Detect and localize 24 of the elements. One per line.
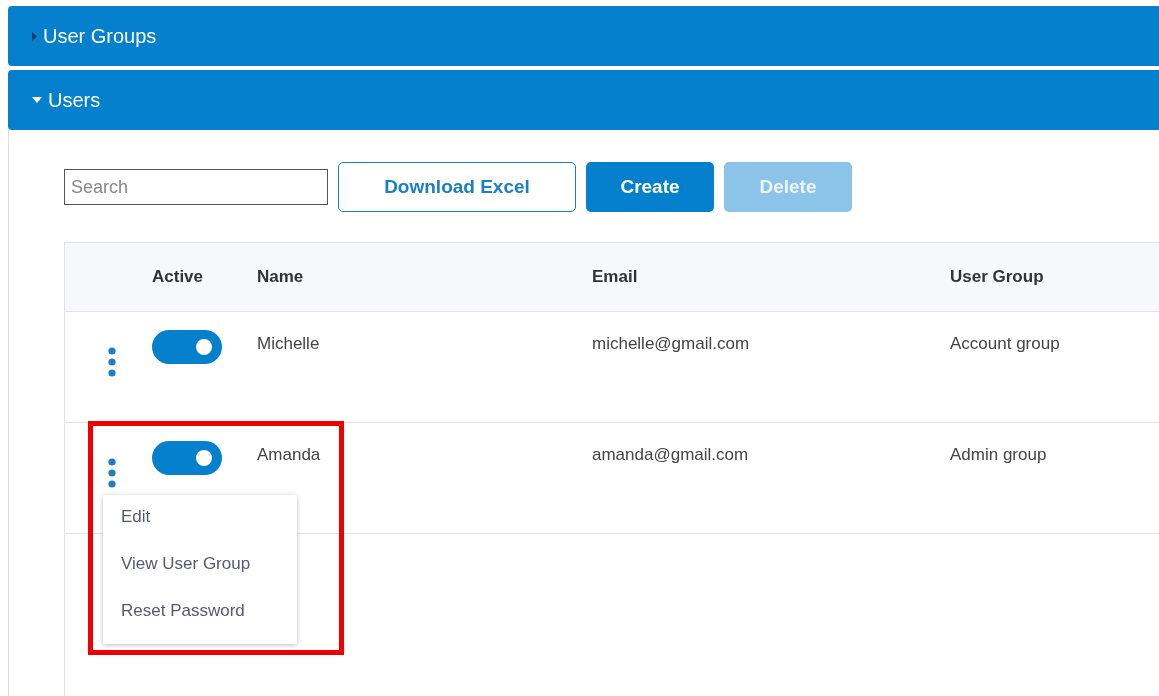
table-cell-text: Michelle [257, 333, 321, 354]
column-header: Name [257, 267, 305, 287]
action-button[interactable]: Create [586, 162, 714, 212]
more-options-icon[interactable] [108, 458, 116, 488]
menu-item[interactable]: Edit [121, 507, 297, 527]
column-header: Active [152, 267, 205, 287]
table-cell-text: Amanda [257, 444, 322, 465]
active-toggle[interactable] [152, 330, 222, 364]
table-cell-text: amanda@gmail.com [592, 444, 750, 465]
more-options-icon[interactable] [108, 347, 116, 377]
menu-item[interactable]: Reset Password [121, 601, 297, 621]
caret-right-icon [32, 31, 37, 41]
caret-down-icon [32, 97, 42, 103]
table-cell-text: Account group [950, 333, 1061, 354]
menu-item[interactable]: View User Group [121, 554, 297, 574]
column-header: User Group [950, 267, 1045, 287]
table-cell-text: Admin group [950, 444, 1048, 465]
search-field[interactable]: Search [64, 169, 328, 205]
active-toggle[interactable] [152, 441, 222, 475]
column-header: Email [592, 267, 639, 287]
action-button[interactable]: Download Excel [338, 162, 576, 212]
panel-header[interactable]: User Groups [8, 6, 1159, 66]
panel-header[interactable]: Users [8, 70, 1159, 130]
table-cell-text: michelle@gmail.com [592, 333, 751, 354]
